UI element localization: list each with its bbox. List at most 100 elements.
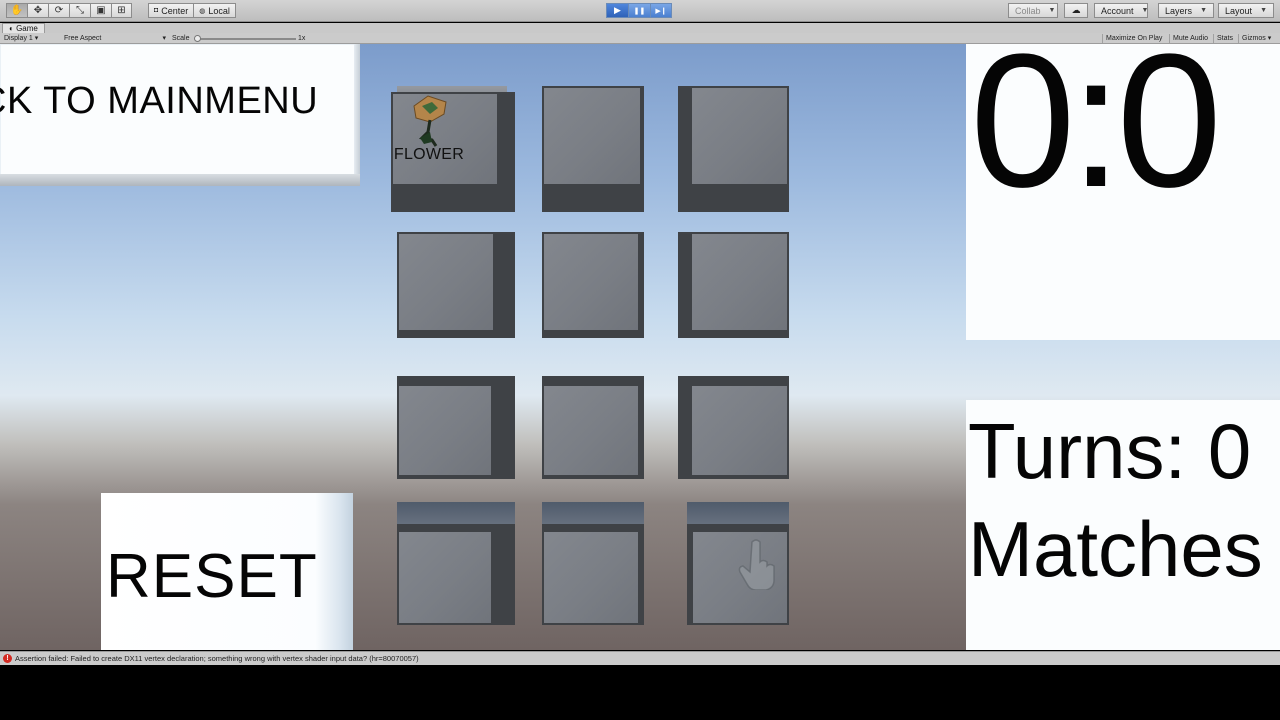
global-icon: ◍ [199,7,206,15]
mute-audio-button[interactable]: Mute Audio [1169,34,1211,43]
chevron-down-icon: ▾ [34,35,39,42]
pivot-local-label: Local [208,5,230,16]
memory-card[interactable] [678,232,789,338]
card-face [678,86,789,212]
hand-cursor-icon [738,539,775,590]
rotate-icon[interactable]: ⟳ [48,3,69,18]
memory-card[interactable] [542,376,644,479]
screen-letterbox [0,665,1280,720]
memory-card[interactable] [397,376,515,479]
layout-dropdown[interactable]: Layout ▼ [1218,3,1274,18]
console-status-bar[interactable]: ! Assertion failed: Failed to create DX1… [0,651,1280,665]
reset-button[interactable]: RESET [101,493,353,650]
aspect-label: Free Aspect [64,35,102,42]
scale-label: Scale [172,35,190,42]
step-icon: ▶❙ [655,7,667,15]
card-face [542,86,644,212]
memory-card[interactable] [397,502,515,625]
memory-card[interactable] [542,86,644,212]
flower-icon [413,95,447,147]
game-view-controlbar: Display 1 ▾ Free Aspect ▾ Scale 1x Maxim… [0,33,1280,44]
timer-text: 0:0 [970,44,1222,227]
pivot-center-button[interactable]: ◘ Center [148,3,195,18]
rect-icon[interactable]: ▣ [90,3,111,18]
memory-card[interactable] [678,376,789,479]
reset-label: RESET [106,542,318,611]
scale-value: 1x [298,35,306,42]
back-to-mainmenu-label: CK TO MAINMENU [0,80,319,122]
chevron-down-icon: ▼ [1048,7,1056,14]
step-button[interactable]: ▶❙ [650,3,672,18]
game-tab-label: Game [16,24,38,33]
scale-slider-handle[interactable] [194,35,201,42]
chevron-down-icon: ▾ [1267,35,1272,42]
account-label: Account [1101,5,1134,16]
pause-icon: ❚❚ [633,7,646,15]
maximize-on-play-button[interactable]: Maximize On Play [1102,34,1165,43]
card-face [397,376,515,479]
scale-slider-track[interactable] [196,38,296,40]
scale-icon[interactable]: ⤡ [69,3,90,18]
unity-toolbar: ✋ ✥ ⟳ ⤡ ▣ ⊞ ◘ Center ◍ Local ▶ ❚❚ ▶❙ Col… [0,0,1280,22]
play-controls: ▶ ❚❚ ▶❙ [606,3,672,18]
cloud-icon: ☁ [1071,5,1081,15]
pause-button[interactable]: ❚❚ [628,3,650,18]
pivot-controls: ◘ Center ◍ Local [148,3,236,18]
transform-tools: ✋ ✥ ⟳ ⤡ ▣ ⊞ [6,3,132,18]
card-label: FLOWER [393,146,465,163]
timer-display: 0:0 [966,44,1280,340]
card-face [678,376,789,479]
layout-group: Layout ▼ [1218,3,1274,18]
hand-icon[interactable]: ✋ [6,3,27,18]
aspect-dropdown[interactable]: Free Aspect ▾ [64,34,168,43]
chevron-down-icon: ▼ [1200,7,1207,14]
memory-card[interactable] [542,502,644,625]
play-icon: ▶ [614,5,621,15]
card-reveal: FLOWER [379,92,479,164]
game-icon: ◐ [9,24,17,33]
error-icon: ! [3,654,12,663]
pivot-icon: ◘ [154,7,159,14]
card-face [397,524,515,625]
cloud-button[interactable]: ☁ [1064,3,1088,18]
play-button[interactable]: ▶ [606,3,628,18]
back-to-mainmenu-button[interactable]: CK TO MAINMENU [0,44,360,186]
layers-group: Layers ▼ [1158,3,1214,18]
memory-card[interactable] [678,86,789,212]
cloud-group: ☁ [1064,3,1088,18]
display-label: Display 1 [4,35,33,42]
card-face [397,232,515,338]
card-face [678,232,789,338]
memory-card[interactable]: FLOWER [391,86,515,212]
matches-counter: Matches [968,505,1263,593]
memory-card[interactable] [542,232,644,338]
card-face [542,524,644,625]
transform-icon[interactable]: ⊞ [111,3,132,18]
layers-label: Layers [1165,5,1193,16]
score-panel: Turns: 0 Matches [966,400,1280,650]
collab-label: Collab [1015,5,1041,16]
collab-dropdown[interactable]: Collab ▼ [1008,3,1058,18]
chevron-down-icon: ▾ [162,35,166,42]
display-dropdown[interactable]: Display 1 ▾ [4,34,38,43]
turns-counter: Turns: 0 [968,407,1252,495]
layout-label: Layout [1225,5,1253,16]
pivot-center-label: Center [161,5,189,16]
layers-dropdown[interactable]: Layers ▼ [1158,3,1214,18]
card-face [542,376,644,479]
move-icon[interactable]: ✥ [27,3,48,18]
game-tab-bar: ◐ Game [0,23,1280,33]
gizmos-label: Gizmos [1242,35,1266,42]
memory-card[interactable] [397,232,515,338]
account-dropdown[interactable]: Account ▼ [1094,3,1148,18]
chevron-down-icon: ▼ [1260,7,1267,14]
console-error-message: Assertion failed: Failed to create DX11 … [15,654,419,663]
game-tab[interactable]: ◐ Game [2,23,45,33]
card-face [542,232,644,338]
collab-group: Collab ▼ [1008,3,1058,18]
gizmos-dropdown[interactable]: Gizmos ▾ [1238,34,1274,43]
chevron-down-icon: ▼ [1141,7,1149,14]
account-group: Account ▼ [1094,3,1148,18]
stats-button[interactable]: Stats [1213,34,1236,43]
pivot-local-button[interactable]: ◍ Local [194,3,236,18]
